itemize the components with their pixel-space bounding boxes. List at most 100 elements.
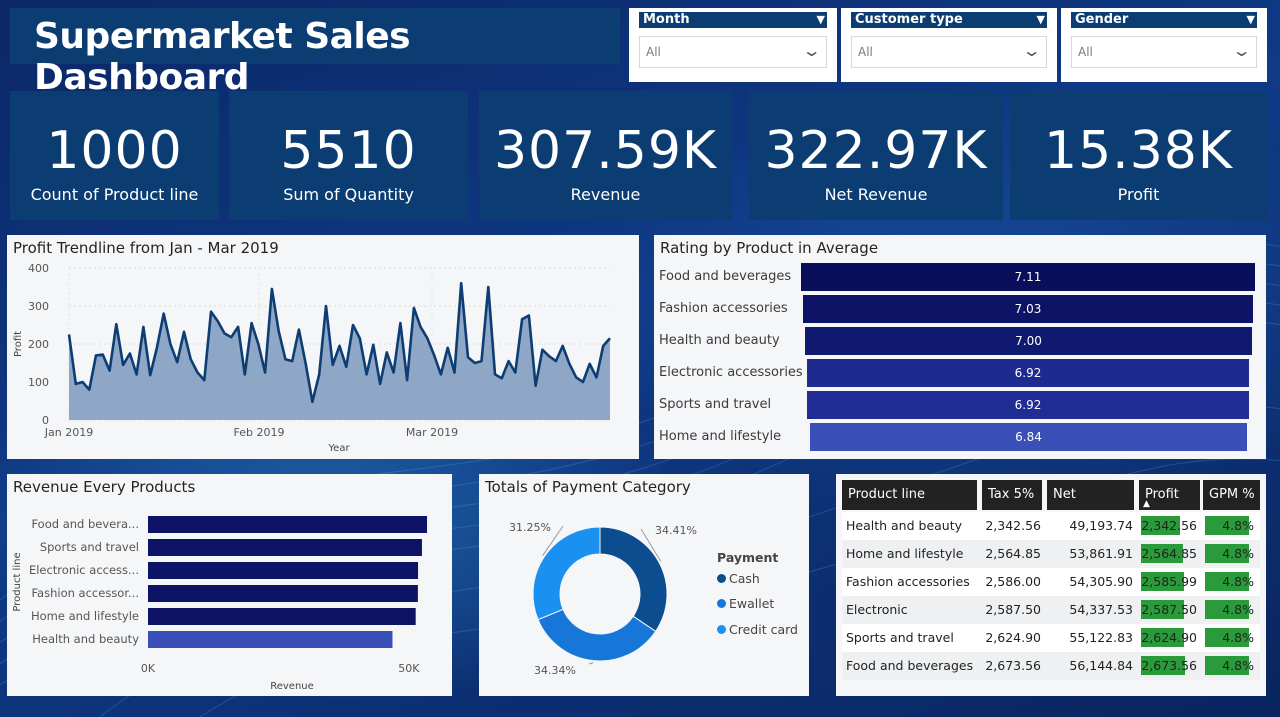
x-tick-label: 0K bbox=[141, 662, 156, 675]
kpi-label: Profit bbox=[1117, 185, 1160, 204]
table-cell: 2,673.56 bbox=[1139, 652, 1203, 680]
table-cell: 4.8% bbox=[1203, 512, 1260, 540]
y-axis-title: Product line bbox=[12, 552, 23, 611]
table-cell-text: Sports and travel bbox=[846, 630, 954, 645]
table-cell: 2,342.56 bbox=[982, 512, 1047, 540]
rating-panel: Rating by Product in Average Food and be… bbox=[654, 235, 1266, 459]
legend-item-cash: Cash bbox=[717, 571, 760, 586]
table-cell: 2,564.85 bbox=[1139, 540, 1203, 568]
chevron-down-icon: ⌄ bbox=[801, 41, 822, 60]
slicer-gender[interactable]: Gender ▼ All ⌄ bbox=[1061, 8, 1267, 82]
slicer-month-value: All bbox=[646, 45, 661, 59]
legend-label: Ewallet bbox=[729, 596, 775, 611]
kpi-value: 1000 bbox=[46, 121, 183, 181]
rating-value-label: 7.11 bbox=[1014, 270, 1042, 284]
payment-panel: Totals of Payment Category 34.41% 34.34% 3… bbox=[479, 474, 809, 696]
kpi-value: 322.97K bbox=[764, 121, 988, 181]
slicer-month[interactable]: Month ▼ All ⌄ bbox=[629, 8, 837, 82]
table-cell: 55,122.83 bbox=[1047, 624, 1139, 652]
table-cell: 54,305.90 bbox=[1047, 568, 1139, 596]
x-tick-label: Jan 2019 bbox=[44, 426, 93, 439]
table-cell-text: 4.8% bbox=[1222, 546, 1254, 561]
rating-bar[interactable]: 6.92 bbox=[807, 391, 1249, 419]
slicer-gender-dropdown[interactable]: All ⌄ bbox=[1071, 36, 1257, 68]
column-header-gpm[interactable]: GPM % bbox=[1203, 480, 1260, 510]
legend-label: Cash bbox=[729, 571, 760, 586]
slicer-customer-type-dropdown[interactable]: All ⌄ bbox=[851, 36, 1047, 68]
table-cell: 2,342.56 bbox=[1139, 512, 1203, 540]
slice-label: 34.41% bbox=[655, 524, 697, 537]
chart-title: Rating by Product in Average bbox=[660, 239, 879, 257]
legend-item-credit-card: Credit card bbox=[717, 622, 798, 637]
rating-category-label: Electronic accessories bbox=[659, 365, 803, 380]
kpi-label: Sum of Quantity bbox=[283, 185, 414, 204]
rating-value-label: 7.03 bbox=[1014, 302, 1042, 316]
rating-bar[interactable]: 7.00 bbox=[805, 327, 1252, 355]
revenue-category-label: Fashion accessor... bbox=[32, 586, 140, 600]
kpi-card-sum-quantity: 5510 Sum of Quantity bbox=[229, 91, 468, 220]
table-cell: 4.8% bbox=[1203, 540, 1260, 568]
kpi-value: 15.38K bbox=[1044, 121, 1233, 181]
legend-item-ewallet: Ewallet bbox=[717, 596, 774, 611]
legend-label: Credit card bbox=[729, 622, 798, 637]
table-cell-text: Food and beverages bbox=[846, 658, 974, 673]
revenue-bar bbox=[148, 585, 418, 602]
slicer-month-label: Month bbox=[643, 12, 690, 27]
y-tick-label: 400 bbox=[28, 262, 49, 275]
column-header-net-revenue[interactable]: Net Revenue bbox=[1047, 480, 1134, 532]
revenue-bar bbox=[148, 562, 419, 579]
table-cell: 2,585.99 bbox=[1139, 568, 1203, 596]
chevron-down-icon: ▼ bbox=[1036, 13, 1045, 26]
revenue-bars-svg: Food and bevera... Sports and travel Elect… bbox=[12, 516, 428, 692]
title-banner: Supermarket Sales Dashboard bbox=[10, 8, 620, 98]
table-cell: 2,564.85 bbox=[982, 540, 1047, 568]
table-cell-text: 2,342.56 bbox=[1141, 518, 1197, 533]
table-cell: Food and beverages bbox=[842, 652, 982, 680]
rating-bar[interactable]: 6.84 bbox=[810, 423, 1247, 451]
table-cell: 2,673.56 bbox=[982, 652, 1047, 680]
slicer-customer-type[interactable]: Customer type ▼ All ⌄ bbox=[841, 8, 1057, 82]
y-tick-label: 200 bbox=[28, 338, 49, 351]
table-cell-text: Home and lifestyle bbox=[846, 546, 964, 561]
kpi-value: 5510 bbox=[280, 121, 417, 181]
slicer-month-header: Month ▼ bbox=[639, 12, 827, 28]
y-tick-label: 300 bbox=[28, 300, 49, 313]
table-cell-text: 2,564.85 bbox=[985, 546, 1041, 561]
rating-category-label: Fashion accessories bbox=[659, 301, 788, 316]
rating-value-label: 6.92 bbox=[1014, 398, 1042, 412]
chevron-down-icon: ▼ bbox=[816, 13, 825, 26]
kpi-value: 307.59K bbox=[493, 121, 718, 181]
table-cell: 56,144.84 bbox=[1047, 652, 1139, 680]
revenue-bar bbox=[148, 631, 393, 648]
table-cell: Health and beauty bbox=[842, 512, 982, 540]
table-cell: Electronic accessories bbox=[842, 596, 982, 645]
rating-bar[interactable]: 7.03 bbox=[803, 295, 1253, 323]
table-cell: 4.8% bbox=[1203, 596, 1260, 624]
profit-area bbox=[69, 283, 610, 420]
table-cell: 4.8% bbox=[1203, 624, 1260, 652]
slicer-customer-type-label: Customer type bbox=[855, 12, 963, 27]
table-cell-text: 2,564.85 bbox=[1141, 546, 1197, 561]
table-cell-text: 2,585.99 bbox=[1141, 574, 1197, 589]
table-cell-text: 56,144.84 bbox=[1069, 658, 1133, 673]
column-header-profit[interactable]: Profit ▲ bbox=[1139, 480, 1200, 510]
kpi-card-revenue: 307.59K Revenue bbox=[479, 91, 732, 220]
slicer-month-dropdown[interactable]: All ⌄ bbox=[639, 36, 827, 68]
table-cell-text: 4.8% bbox=[1222, 574, 1254, 589]
slicer-gender-value: All bbox=[1078, 45, 1093, 59]
column-header-tax[interactable]: Tax 5% bbox=[982, 480, 1042, 510]
table-cell: 2,624.90 bbox=[1139, 624, 1203, 652]
x-axis-title: Year bbox=[327, 443, 350, 454]
table-cell-text: 2,586.00 bbox=[985, 574, 1041, 589]
table-cell: 54,337.53 bbox=[1047, 596, 1139, 624]
rating-bar[interactable]: 7.11 bbox=[801, 263, 1255, 291]
table-cell-text: 54,337.53 bbox=[1069, 602, 1133, 617]
kpi-label: Net Revenue bbox=[824, 185, 928, 204]
dashboard-title: Supermarket Sales Dashboard bbox=[34, 16, 411, 98]
kpi-label: Revenue bbox=[570, 185, 641, 204]
table-cell-text: 4.8% bbox=[1222, 630, 1254, 645]
column-header-product-line[interactable]: Product line bbox=[842, 480, 977, 510]
rating-bar[interactable]: 6.92 bbox=[807, 359, 1249, 387]
revenue-bar bbox=[148, 516, 428, 533]
table-cell-text: 2,624.90 bbox=[1141, 630, 1197, 645]
